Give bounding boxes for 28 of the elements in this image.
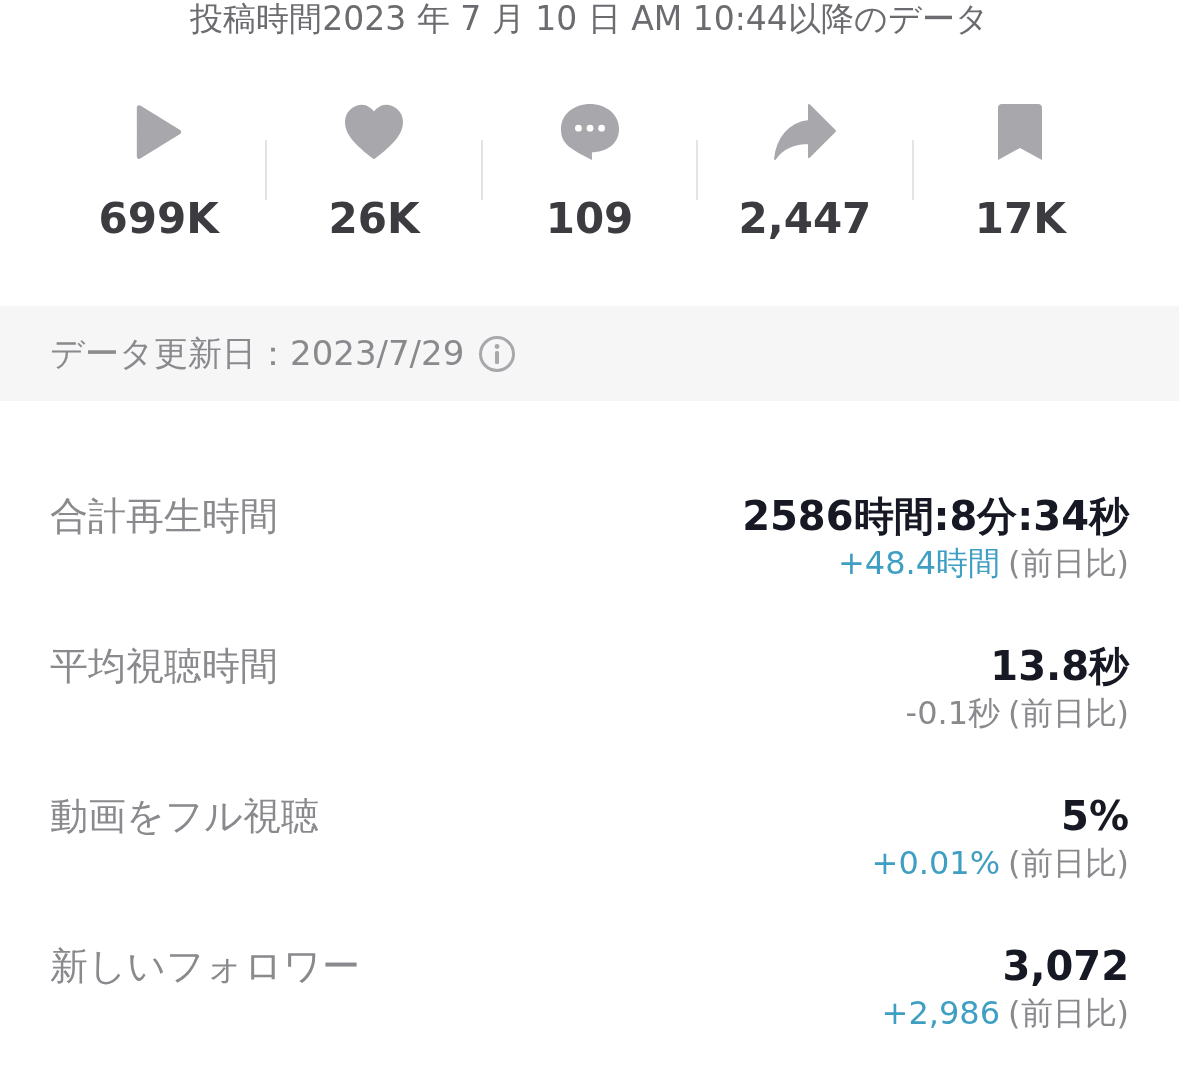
stat-count: 699K xyxy=(98,194,219,244)
comparison-note: (前日比) xyxy=(1008,543,1129,584)
share-arrow-icon xyxy=(772,103,837,161)
change-amount: +2,986 xyxy=(881,993,1001,1034)
heart-icon xyxy=(343,103,406,161)
metric-label: 平均視聴時間 xyxy=(50,643,278,690)
comparison-note: (前日比) xyxy=(1008,843,1129,884)
metric-value: 3,072 xyxy=(1002,942,1129,991)
metric-label: 動画をフル視聴 xyxy=(50,793,319,840)
change-amount: +0.01% xyxy=(871,843,1001,884)
metric-label: 新しいフォロワー xyxy=(50,943,360,990)
stat-count: 2,447 xyxy=(738,194,872,244)
stat-count: 26K xyxy=(328,194,420,244)
change-amount: -0.1秒 xyxy=(905,693,1001,734)
comparison-note: (前日比) xyxy=(1008,993,1129,1034)
info-icon[interactable] xyxy=(478,334,517,373)
comparison-note: (前日比) xyxy=(1008,693,1129,734)
bookmark-icon xyxy=(997,104,1044,160)
chat-bubble-icon xyxy=(558,102,621,162)
post-time-caption: 投稿時間2023 年 7 月 10 日 AM 10:44以降のデータ xyxy=(189,0,990,40)
change-amount: +48.4時間 xyxy=(837,543,1001,584)
update-date: データ更新日：2023/7/29 xyxy=(50,331,465,375)
metric-value: 2586時間:8分:34秒 xyxy=(742,492,1129,541)
stat-count: 17K xyxy=(974,194,1066,244)
metric-label: 合計再生時間 xyxy=(50,493,278,540)
stat-count: 109 xyxy=(545,194,634,244)
metric-value: 13.8秒 xyxy=(990,642,1129,691)
metric-value: 5% xyxy=(1061,792,1129,841)
